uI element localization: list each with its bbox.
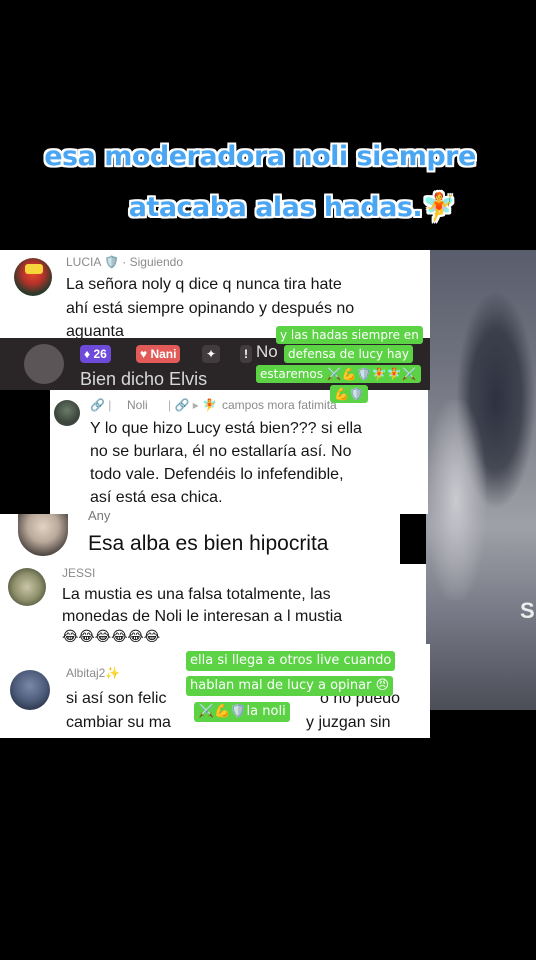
- sticker-line: ⚔️💪🛡️la noli: [194, 702, 290, 722]
- live-extra-text: No: [256, 342, 278, 361]
- avatar[interactable]: [24, 344, 64, 384]
- live-comment-text: Bien dicho Elvis: [80, 369, 208, 389]
- avatar[interactable]: [54, 400, 80, 426]
- level-badge: ♦ 26: [80, 345, 111, 363]
- sparkle-badge: ✦: [202, 345, 221, 363]
- comment-line: monedas de Noli le interesan a l mustia: [62, 608, 343, 625]
- avatar[interactable]: [18, 514, 68, 556]
- sticker-line: ella si llega a otros live cuando: [186, 651, 396, 671]
- comment-jessi: JESSI La mustia es una falsa totalmente,…: [0, 564, 426, 644]
- comment-line: todo vale. Defendéis lo infefendible,: [90, 466, 344, 483]
- avatar[interactable]: [8, 568, 46, 606]
- username[interactable]: LUCIA 🛡️ · Siguiendo: [66, 255, 183, 269]
- sticker-line: estaremos ⚔️💪🛡️🧚🧚⚔️: [256, 365, 421, 383]
- comment-line: Y lo que hizo Lucy está bien??? si ella: [90, 420, 362, 437]
- extra-badge: !: [240, 345, 252, 363]
- comment-line: ahí está siempre opinando y después no: [66, 300, 355, 317]
- reply-to-user[interactable]: campos mora fatimita: [222, 398, 337, 412]
- sticker-line: hablan mal de lucy a opinar 😠: [186, 676, 394, 696]
- comment-lucia: LUCIA 🛡️ · Siguiendo La señora noly q di…: [0, 250, 430, 340]
- sticker-line: defensa de lucy hay: [284, 345, 413, 363]
- video-letter: S: [520, 598, 535, 623]
- username[interactable]: Noli: [127, 398, 148, 412]
- username[interactable]: Any: [88, 508, 110, 523]
- comment-any: Any Esa alba es bien hipocrita: [0, 508, 400, 564]
- comment-line: no se burlara, él no estallaría así. No: [90, 443, 352, 460]
- reply-indicator: | 🔗 ▸ 🧚: [168, 398, 218, 412]
- link-icon: 🔗 |: [90, 398, 112, 412]
- comment-text: Esa alba es bien hipocrita: [88, 532, 329, 555]
- comment-line: así está esa chica.: [90, 489, 223, 506]
- username[interactable]: Albitaj2✨: [66, 666, 120, 680]
- sticker-line: 💪🛡️: [330, 385, 368, 403]
- avatar[interactable]: [10, 670, 50, 710]
- caption-line-1: esa moderadora noli siempre: [44, 141, 476, 172]
- comment-line: La señora noly q dice q nunca tira hate: [66, 276, 342, 293]
- video-background: [426, 250, 536, 710]
- comment-line-tail: y juzgan sin: [306, 714, 391, 731]
- caption-line-2: atacaba alas hadas.🧚: [128, 192, 456, 223]
- comment-noli: 🔗 | Noli | 🔗 ▸ 🧚 campos mora fatimita Y …: [50, 390, 428, 514]
- comment-line: cambiar su ma: [66, 714, 171, 731]
- diamond-icon: ♦: [84, 347, 91, 361]
- avatar[interactable]: [14, 258, 52, 296]
- heart-icon: ♥: [140, 347, 148, 361]
- sticker-line: y las hadas siempre en: [276, 326, 423, 344]
- comment-line: si así son felic: [66, 690, 167, 707]
- name-badge: ♥ Nani: [136, 345, 181, 363]
- comment-line: La mustia es una falsa totalmente, las: [62, 586, 331, 603]
- username[interactable]: JESSI: [62, 566, 95, 580]
